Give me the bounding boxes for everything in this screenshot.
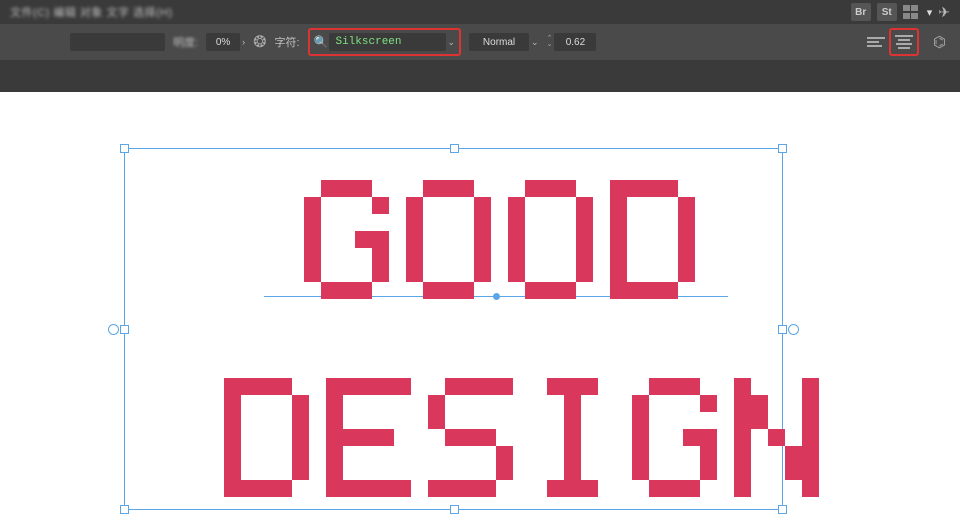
character-label: 字符: <box>274 34 299 50</box>
font-style-field[interactable]: Normal ⌄ <box>469 33 539 51</box>
workspace-dropdown-caret[interactable]: ▾ <box>927 6 933 19</box>
font-style-value: Normal <box>483 37 515 48</box>
resize-handle[interactable] <box>778 144 787 153</box>
shield-icon[interactable]: ⌬ <box>933 33 946 51</box>
port-handle[interactable] <box>108 324 119 335</box>
resize-handle[interactable] <box>778 505 787 514</box>
chevron-right-icon[interactable]: › <box>242 37 245 47</box>
font-family-value: Silkscreen <box>335 33 401 51</box>
options-bar: 明度: 0% › ❂ 字符: 🔍 Silkscreen ⌄ Normal ⌄ ⌃… <box>0 24 960 60</box>
stock-button[interactable]: St <box>877 3 897 21</box>
tracking-value: 0.62 <box>566 37 585 48</box>
font-dropdown-caret[interactable]: ⌄ <box>447 37 455 48</box>
resize-handle[interactable] <box>120 505 129 514</box>
opacity-value[interactable]: 0% <box>206 33 240 51</box>
text-line-2[interactable] <box>224 378 819 497</box>
tracking-field[interactable]: ⌃⌄ 0.62 <box>547 33 597 51</box>
resize-handle[interactable] <box>450 505 459 514</box>
align-center-button-highlighted[interactable] <box>889 28 919 56</box>
menu-bar: 文件(C) 编辑 对象 文字 选择(H) Br St ▾ ✈ <box>0 0 960 24</box>
resize-handle[interactable] <box>778 325 787 334</box>
font-family-group-highlighted: 🔍 Silkscreen ⌄ <box>308 28 462 56</box>
opacity-label: 明度: <box>173 34 198 50</box>
align-left-button[interactable] <box>867 34 885 50</box>
search-icon[interactable]: 🔍 <box>314 35 329 49</box>
resize-handle[interactable] <box>120 144 129 153</box>
link-icon[interactable]: ⌃⌄ <box>547 36 553 48</box>
opacity-stepper[interactable]: 0% › <box>206 33 245 51</box>
port-handle[interactable] <box>788 324 799 335</box>
resize-handle[interactable] <box>450 144 459 153</box>
menu-items-blurred[interactable]: 文件(C) 编辑 对象 文字 选择(H) <box>10 4 173 20</box>
text-line-1[interactable] <box>304 180 695 299</box>
style-dropdown-caret[interactable]: ⌄ <box>531 37 539 48</box>
text-frame[interactable] <box>124 148 783 510</box>
resize-handle[interactable] <box>120 325 129 334</box>
globe-icon[interactable]: ❂ <box>253 32 266 52</box>
toolbar-extension <box>0 60 960 92</box>
gpu-rocket-icon[interactable]: ✈ <box>938 4 950 21</box>
bridge-button[interactable]: Br <box>851 3 871 21</box>
font-family-field[interactable]: Silkscreen <box>329 33 446 51</box>
paragraph-align-group <box>867 28 919 56</box>
workspace-switcher-icon[interactable] <box>903 5 921 19</box>
line-weight-field[interactable] <box>70 33 165 51</box>
